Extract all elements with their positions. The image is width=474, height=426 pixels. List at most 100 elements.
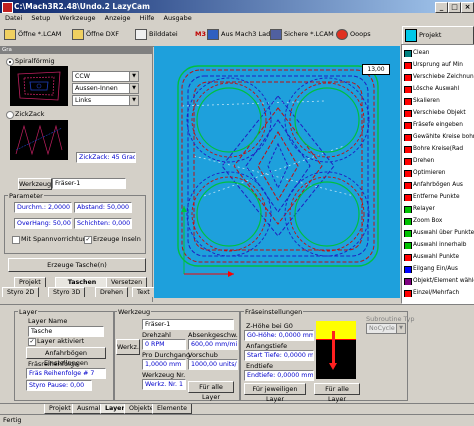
tab-text[interactable]: Text [132,287,155,297]
tool-list-item[interactable]: Verschiebe Objekt [402,109,474,117]
tab-projekt[interactable]: Projekt [14,277,46,287]
zickzack-radio[interactable] [6,111,14,119]
abstand-field[interactable]: Abstand: 50,000 [74,202,132,213]
tool-list-item-label: Objekt/Element wählen [413,278,474,284]
overhang-field[interactable]: OverHang: 50,00 [14,218,72,229]
drawing-canvas[interactable]: 13,00 [154,46,400,298]
menu-ausgabe[interactable]: Ausgabe [164,14,192,22]
ooops-button[interactable]: Ooops [336,28,371,41]
tab-versetzen[interactable]: Versetzen [106,277,148,287]
tool-list-item[interactable]: Drehen [402,157,474,165]
order-combo[interactable]: Aussen-Innen ▼ [72,83,139,94]
depth-diagram [316,321,356,379]
werkzeug-field[interactable]: Fräser-1 [52,178,126,189]
tool-list-item[interactable]: Bohre Kreise(Rad [402,145,474,153]
open-lcam-button[interactable]: Öffne *.LCAM [4,28,61,41]
fraes-alle-layer-button[interactable]: Für alle Layer [314,383,360,403]
subroutine-combo[interactable]: NoCycle ▼ [366,323,406,334]
spannvorrichtung-checkbox[interactable] [12,236,20,244]
menu-setup[interactable]: Setup [31,14,50,22]
tool-list-item[interactable]: Fräsefe eingeben [402,121,474,129]
tool-list-item[interactable]: Skalieren [402,97,474,105]
menu-hilfe[interactable]: Hilfe [140,14,155,22]
vorschub-field[interactable]: 1000,00 units/ [188,359,238,370]
color-swatch-icon [404,206,412,213]
tool-list-item[interactable]: Optimieren [402,169,474,177]
tool-list-item[interactable]: Zoom Box [402,217,474,225]
tool-list-item[interactable]: Auswahl über Punkten [402,229,474,237]
tab-drehen[interactable]: Drehen [95,287,129,297]
werkzeug-nr-field[interactable]: Werkz. Nr. 1 [142,379,186,390]
tool-list-item[interactable]: Anfahrbögen Aus [402,181,474,189]
zickzack-label: ZickZack [15,110,45,118]
zickzack-angle-field[interactable]: ZickZack: 45 Grad [76,152,136,163]
side-combo[interactable]: Links ▼ [72,95,139,106]
anfahrboegen-button[interactable]: Anfahrbögen Einstellungen [26,347,106,367]
tool-list-item-label: Auswahl über Punkten [413,230,474,236]
werkzeug-button[interactable]: Werkzeug [18,178,52,190]
undo-icon [336,28,348,40]
layer-name-field[interactable]: Tasche [28,326,104,337]
tool-list-item[interactable]: Ursprung auf Min [402,61,474,69]
tool-name-field[interactable]: Fräser-1 [142,319,234,330]
tool-list-item[interactable]: Entferne Punkte [402,193,474,201]
color-swatch-icon [404,98,412,105]
g0-hoehe-field[interactable]: G0-Höhe: 0,0000 mm [244,330,314,341]
durchmesser-field[interactable]: Durchm.: 2,0000 [14,202,72,213]
pro-durchgang-label: Pro Durchgang [142,351,191,359]
tool-list-item[interactable]: Gewählte Kreise bohren [402,133,474,141]
maximize-button[interactable]: □ [448,2,461,13]
tool-list-item-label: Bohre Kreise(Rad [413,146,464,152]
menu-bar: Datei Setup Werkzeuge Anzeige Hilfe Ausg… [0,13,474,24]
layer-aktiviert-checkbox[interactable]: ✓ [28,338,36,346]
aus-mach3-button[interactable]: Aus Mach3 Laden [207,28,278,41]
endtiefe-field[interactable]: Endtiefe: 0,0000 mm [244,370,314,381]
pro-durchgang-field[interactable]: 1,0000 mm [142,359,186,370]
tool-list-item[interactable]: Lösche Auswahl [402,85,474,93]
tab-taschen[interactable]: Taschen [55,277,109,287]
tool-list-item[interactable]: Objekt/Element wählen [402,277,474,285]
werkz-button[interactable]: Werkz. [116,339,140,355]
styro-pause-field[interactable]: Styro Pause: 0,00 [26,380,92,391]
subroutine-label: Subroutine Typ [366,315,415,323]
bilddatei-button[interactable]: Bilddatei [135,28,178,41]
tool-list-item[interactable]: Auswahl Punkte [402,253,474,261]
tool-list-item[interactable]: Einzel/Mehrfach [402,289,474,297]
tab-styro-2d[interactable]: Styro 2D [2,287,40,297]
direction-combo[interactable]: CCW ▼ [72,71,139,82]
menu-datei[interactable]: Datei [5,14,22,22]
tool-list-item-label: Eilgang Ein/Aus [413,266,458,272]
open-dxf-button[interactable]: Öffne DXF [72,28,119,41]
projekt-button[interactable]: Projekt [402,26,474,45]
tool-list-item[interactable]: Relayer [402,205,474,213]
chevron-down-icon: ▼ [129,72,138,81]
start-tiefe-field[interactable]: Start Tiefe: 0,0000 mm [244,350,314,361]
spiral-radio[interactable] [6,58,14,66]
tab-bottom-projekt[interactable]: Projekt [44,404,76,414]
drehzahl-field[interactable]: 0 RPM [142,339,186,350]
arrow-down-icon [332,331,335,365]
minimize-button[interactable]: _ [435,2,448,13]
schichten-field[interactable]: Schichten: 0,000 [74,218,132,229]
reihenfolge-field[interactable]: Fräs Reihenfolge # 7 [26,368,106,379]
tool-list-item[interactable]: Eilgang Ein/Aus [402,265,474,273]
tab-bottom-elemente[interactable]: Elemente [152,404,192,414]
inseln-label: Erzeuge Inseln [93,235,141,243]
werkzeug-alle-layer-button[interactable]: Für alle Layer [188,381,234,401]
menu-anzeige[interactable]: Anzeige [105,14,131,22]
chevron-down-icon: ▼ [129,96,138,105]
absenk-field[interactable]: 600,00 mm/min [188,339,238,350]
menu-werkzeuge[interactable]: Werkzeuge [59,14,95,22]
tab-styro-3d[interactable]: Styro 3D [48,287,86,297]
tool-list-item[interactable]: Verschiebe Zeichnung [402,73,474,81]
jeweiligen-layer-button[interactable]: Für jeweiligen Layer [244,383,306,403]
erzeuge-taschen-button[interactable]: Erzeuge Tasche(n) [8,258,146,272]
save-lcam-button[interactable]: Sichere *.LCAM [270,28,334,41]
color-swatch-icon [404,62,412,69]
werkzeug-nr-label: Werkzeug Nr. [142,371,186,379]
status-bar: Fertig [0,414,474,426]
tool-list-item[interactable]: Clean [402,49,474,57]
inseln-checkbox[interactable]: ✓ [84,236,92,244]
close-button[interactable]: × [461,2,474,13]
tool-list-item[interactable]: Auswahl innerhalb [402,241,474,249]
